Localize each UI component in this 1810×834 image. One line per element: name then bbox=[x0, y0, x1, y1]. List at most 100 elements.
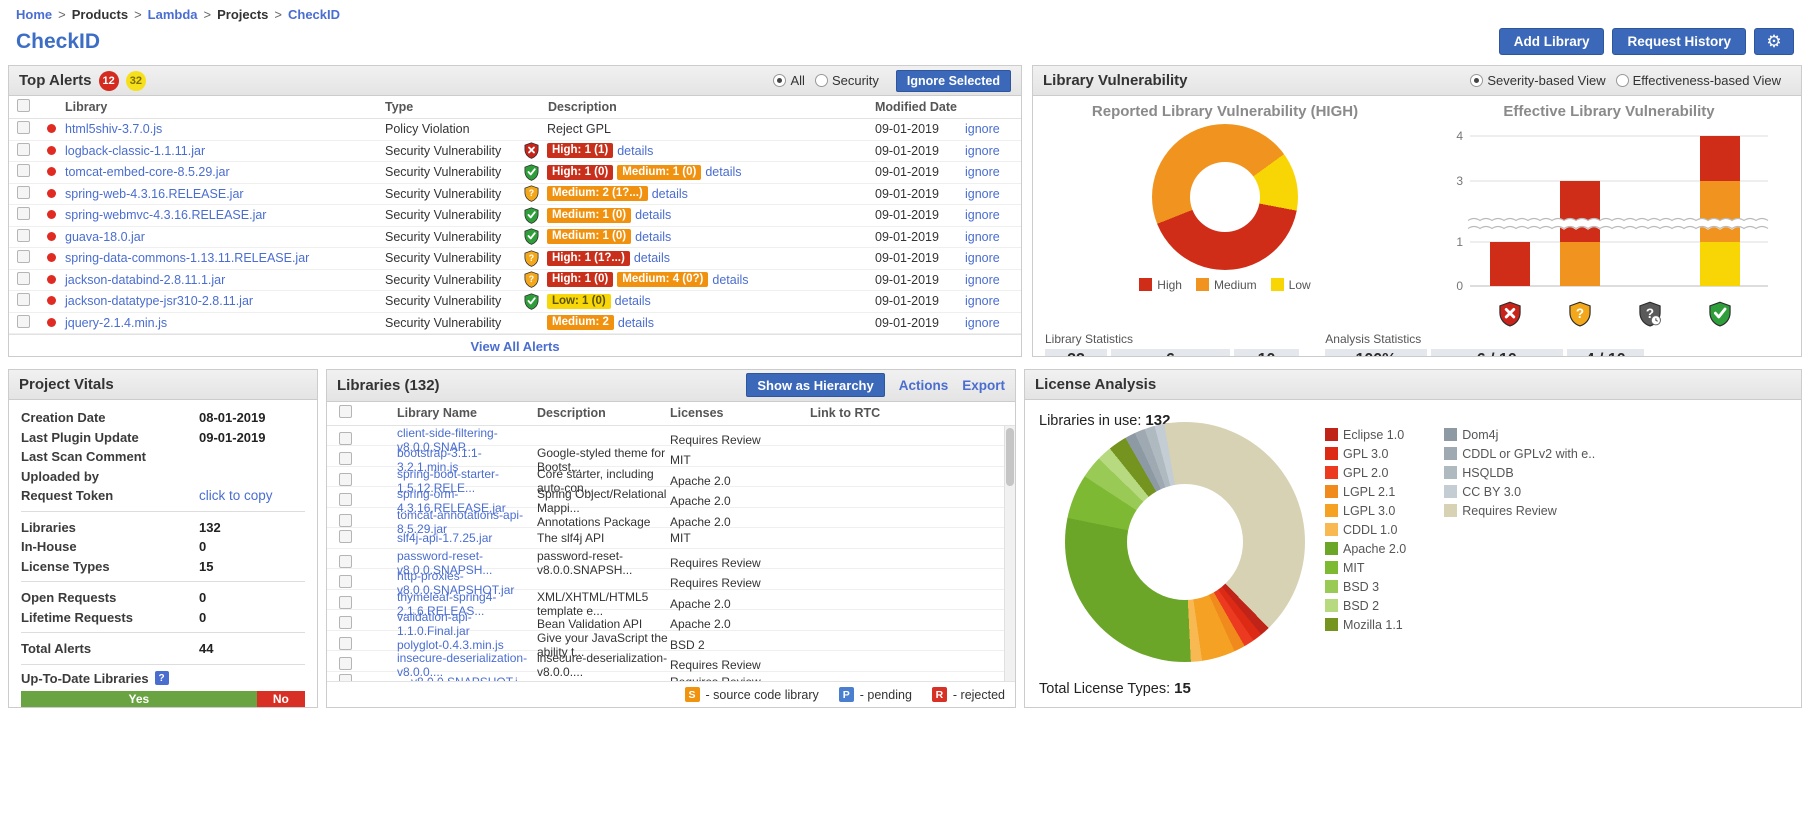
breadcrumb-item[interactable]: Home bbox=[16, 7, 52, 22]
row-checkbox[interactable] bbox=[339, 514, 352, 527]
view-radio-effectiveness-based-view[interactable] bbox=[1616, 74, 1629, 87]
library-name-link[interactable]: ...-v8.0.0.SNAPSHOT.j... bbox=[397, 675, 537, 681]
up-to-date-label: Up-To-Date Libraries bbox=[21, 671, 149, 686]
libraries-select-all-checkbox[interactable] bbox=[339, 405, 352, 418]
library-row: spring-boot-starter-1.5.12.RELE...Core s… bbox=[327, 467, 1015, 488]
alert-library-link[interactable]: jquery-2.1.4.min.js bbox=[65, 316, 385, 330]
ignore-link[interactable]: ignore bbox=[965, 316, 1021, 330]
select-all-checkbox[interactable] bbox=[17, 99, 30, 112]
row-checkbox[interactable] bbox=[339, 493, 352, 506]
alert-library-link[interactable]: logback-classic-1.1.11.jar bbox=[65, 144, 385, 158]
row-checkbox[interactable] bbox=[339, 530, 352, 543]
library-name-link[interactable]: slf4j-api-1.7.25.jar bbox=[397, 531, 537, 545]
row-checkbox[interactable] bbox=[339, 452, 352, 465]
add-library-button[interactable]: Add Library bbox=[1499, 28, 1605, 55]
alert-library-link[interactable]: spring-webmvc-4.3.16.RELEASE.jar bbox=[65, 208, 385, 222]
alert-library-link[interactable]: spring-data-commons-1.13.11.RELEASE.jar bbox=[65, 251, 385, 265]
severity-legend: HighMediumLow bbox=[1139, 278, 1310, 292]
ignore-link[interactable]: ignore bbox=[965, 273, 1021, 287]
export-link[interactable]: Export bbox=[962, 378, 1005, 393]
project-vitals-header: Project Vitals bbox=[9, 370, 317, 400]
legend-swatch bbox=[1325, 580, 1338, 593]
row-checkbox[interactable] bbox=[339, 596, 352, 609]
alert-library-link[interactable]: jackson-databind-2.8.11.1.jar bbox=[65, 273, 385, 287]
library-name-link[interactable]: polyglot-0.4.3.min.js bbox=[397, 638, 537, 652]
ignore-link[interactable]: ignore bbox=[965, 230, 1021, 244]
svg-text:?: ? bbox=[529, 253, 534, 263]
row-checkbox[interactable] bbox=[17, 315, 30, 328]
details-link[interactable]: details bbox=[712, 273, 748, 287]
row-checkbox[interactable] bbox=[17, 143, 30, 156]
details-link[interactable]: details bbox=[617, 144, 653, 158]
breadcrumb-item[interactable]: CheckID bbox=[288, 7, 340, 22]
actions-link[interactable]: Actions bbox=[899, 378, 949, 393]
alert-library-link[interactable]: jackson-datatype-jsr310-2.8.11.jar bbox=[65, 294, 385, 308]
svg-text:0: 0 bbox=[1456, 279, 1463, 293]
help-icon[interactable]: ? bbox=[155, 671, 169, 685]
details-link[interactable]: details bbox=[634, 251, 670, 265]
row-checkbox[interactable] bbox=[17, 186, 30, 199]
legend-key-S: S bbox=[685, 687, 700, 702]
view-all-alerts-link[interactable]: View All Alerts bbox=[470, 339, 559, 354]
filter-radio-all[interactable] bbox=[773, 74, 786, 87]
library-statistics-label: Library Statistics bbox=[1045, 332, 1299, 346]
details-link[interactable]: details bbox=[635, 208, 671, 222]
ignore-link[interactable]: ignore bbox=[965, 187, 1021, 201]
row-checkbox[interactable] bbox=[339, 555, 352, 568]
view-radio-severity-based-view[interactable] bbox=[1470, 74, 1483, 87]
title-row: CheckID Add Library Request History ⚙ bbox=[0, 24, 1810, 65]
row-checkbox[interactable] bbox=[339, 616, 352, 629]
settings-button[interactable]: ⚙ bbox=[1754, 28, 1794, 55]
stat-value: 4 / 10 bbox=[1576, 351, 1635, 357]
ignore-link[interactable]: ignore bbox=[965, 144, 1021, 158]
row-checkbox[interactable] bbox=[339, 575, 352, 588]
alert-date: 09-01-2019 bbox=[875, 273, 965, 287]
details-link[interactable]: details bbox=[635, 230, 671, 244]
details-link[interactable]: details bbox=[652, 187, 688, 201]
scrollbar[interactable] bbox=[1004, 426, 1015, 681]
row-checkbox[interactable] bbox=[17, 121, 30, 134]
row-checkbox[interactable] bbox=[17, 293, 30, 306]
ignore-link[interactable]: ignore bbox=[965, 165, 1021, 179]
up-to-date-row: Up-To-Date Libraries? bbox=[21, 671, 305, 686]
legend-key-label: - pending bbox=[860, 688, 912, 702]
row-checkbox[interactable] bbox=[339, 674, 352, 681]
row-checkbox[interactable] bbox=[339, 432, 352, 445]
row-checkbox[interactable] bbox=[17, 250, 30, 263]
ignore-link[interactable]: ignore bbox=[965, 251, 1021, 265]
row-checkbox[interactable] bbox=[339, 473, 352, 486]
library-vulnerability-title: Library Vulnerability bbox=[1043, 72, 1188, 89]
details-link[interactable]: details bbox=[705, 165, 741, 179]
alert-library-link[interactable]: html5shiv-3.7.0.js bbox=[65, 122, 385, 136]
alert-library-link[interactable]: tomcat-embed-core-8.5.29.jar bbox=[65, 165, 385, 179]
row-checkbox[interactable] bbox=[17, 207, 30, 220]
alert-type: Security Vulnerability bbox=[385, 208, 523, 222]
library-name-link[interactable]: validation-api-1.1.0.Final.jar bbox=[397, 610, 537, 638]
alert-count-yellow-badge: 32 bbox=[126, 71, 146, 91]
details-link[interactable]: details bbox=[618, 316, 654, 330]
row-checkbox[interactable] bbox=[17, 272, 30, 285]
scrollbar-thumb[interactable] bbox=[1006, 428, 1014, 486]
breadcrumb-item[interactable]: Lambda bbox=[148, 7, 198, 22]
legend-swatch bbox=[1444, 428, 1457, 441]
vitals-value: 0 bbox=[199, 539, 305, 554]
ignore-link[interactable]: ignore bbox=[965, 208, 1021, 222]
details-link[interactable]: details bbox=[615, 294, 651, 308]
ignore-link[interactable]: ignore bbox=[965, 294, 1021, 308]
row-checkbox[interactable] bbox=[339, 657, 352, 670]
severity-badge-low: Low: 1 (0) bbox=[547, 294, 611, 309]
request-history-button[interactable]: Request History bbox=[1612, 28, 1746, 55]
click-to-copy-link[interactable]: click to copy bbox=[199, 488, 273, 503]
filter-radio-security[interactable] bbox=[815, 74, 828, 87]
license-legend: Eclipse 1.0GPL 3.0GPL 2.0LGPL 2.1LGPL 3.… bbox=[1325, 428, 1595, 632]
row-checkbox[interactable] bbox=[17, 229, 30, 242]
ignore-link[interactable]: ignore bbox=[965, 122, 1021, 136]
alert-library-link[interactable]: guava-18.0.jar bbox=[65, 230, 385, 244]
row-checkbox[interactable] bbox=[17, 164, 30, 177]
alert-dot-icon bbox=[47, 318, 56, 327]
row-checkbox[interactable] bbox=[339, 637, 352, 650]
ignore-selected-button[interactable]: Ignore Selected bbox=[896, 70, 1011, 92]
alert-library-link[interactable]: spring-web-4.3.16.RELEASE.jar bbox=[65, 187, 385, 201]
radio-label: Security bbox=[832, 73, 879, 88]
show-as-hierarchy-button[interactable]: Show as Hierarchy bbox=[746, 373, 884, 397]
